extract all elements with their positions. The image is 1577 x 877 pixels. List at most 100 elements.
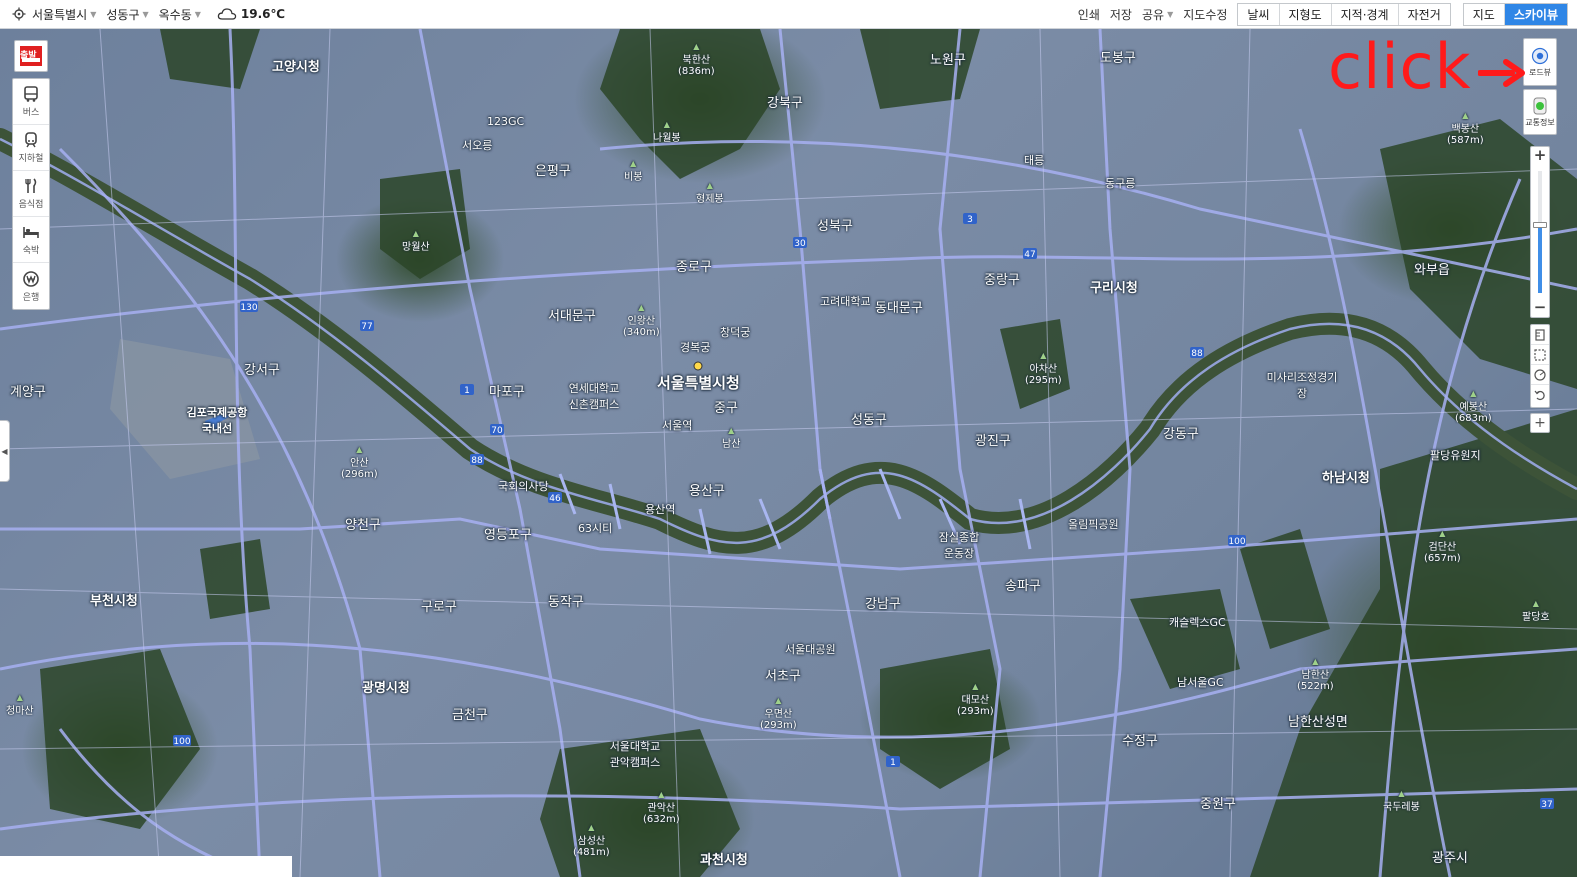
map-label: 성동구: [851, 413, 887, 428]
measure-area-button[interactable]: [1531, 345, 1549, 365]
fork-knife-icon: [25, 178, 37, 193]
poi-lodging-label: 숙박: [22, 246, 40, 256]
layer-terrain-button[interactable]: 지형도: [1279, 4, 1332, 25]
peak-label: ▲ 우면산 (293m): [760, 696, 797, 731]
map-base-layer: 130 1 70 88 3 88 100 100 1 30 47 46 77 3…: [0, 29, 1577, 877]
map-label: 계양구: [10, 385, 46, 400]
city-select[interactable]: 서울특별시 ▼: [32, 6, 96, 23]
share-link[interactable]: 공유 ▼: [1142, 6, 1173, 23]
poi-subway-label: 지하철: [18, 154, 44, 164]
crosshair-icon[interactable]: [12, 7, 26, 21]
bed-icon: [23, 227, 39, 238]
map-label: 종로구: [676, 260, 712, 275]
neighborhood-select[interactable]: 옥수동 ▼: [159, 6, 201, 23]
traffic-info-button[interactable]: 교통정보: [1523, 89, 1557, 135]
layer-bicycle-button[interactable]: 자전거: [1398, 4, 1450, 25]
print-link[interactable]: 인쇄: [1078, 6, 1100, 23]
poi-restaurant-button[interactable]: 음식점: [13, 171, 49, 217]
chevron-left-icon: ◀: [1, 446, 8, 456]
map-label: 강남구: [865, 597, 901, 612]
peak-label: ▲ 팔당호: [1522, 599, 1550, 623]
radius-icon: [1534, 368, 1546, 381]
peak-label: ▲ 예봉산 (683m): [1455, 389, 1492, 424]
weather-widget[interactable]: 19.6℃: [217, 7, 285, 21]
reset-button[interactable]: [1531, 385, 1549, 405]
map-label: 중원구: [1200, 797, 1236, 812]
mountain-icon: ▲: [1532, 599, 1539, 608]
edit-map-link[interactable]: 지도수정: [1183, 6, 1227, 23]
svg-text:30: 30: [794, 239, 806, 249]
mountain-icon: ▲: [1040, 351, 1047, 360]
mountain-icon: ▲: [693, 42, 700, 51]
collapse-panel-tab[interactable]: ◀: [0, 420, 10, 482]
peak-label: ▲ 관악산 (632m): [643, 790, 680, 825]
svg-text:3: 3: [967, 215, 973, 225]
poi-subway-button[interactable]: 지하철: [13, 125, 49, 171]
map-label: 서울대학교 관악캠퍼스: [609, 740, 661, 769]
layer-weather-button[interactable]: 날씨: [1238, 4, 1280, 25]
map-label: 캐슬렉스GC: [1169, 616, 1226, 629]
poi-lodging-button[interactable]: 숙박: [13, 217, 49, 263]
peak-label: ▲ 청마산: [6, 693, 34, 717]
undo-icon: [1534, 390, 1545, 401]
road-view-button[interactable]: 로드뷰: [1523, 38, 1557, 86]
save-link[interactable]: 저장: [1110, 6, 1132, 23]
poi-bus-label: 버스: [22, 108, 40, 118]
map-label: 성북구: [817, 219, 853, 234]
zoom-slider[interactable]: [1533, 171, 1547, 293]
poi-bus-button[interactable]: 버스: [13, 79, 49, 125]
map-label: 경복궁: [680, 341, 711, 354]
peak-label: ▲ 남산: [722, 426, 741, 450]
map-label: 중랑구: [984, 273, 1020, 288]
mountain-icon: ▲: [663, 120, 670, 129]
map-label: 중구: [714, 401, 738, 416]
mountain-icon: ▲: [728, 426, 735, 435]
map-label: 동대문구: [875, 301, 923, 316]
map-label: 서대문구: [548, 309, 596, 324]
arrow-right-icon: [1478, 59, 1525, 87]
map-label: 영등포구: [484, 528, 532, 543]
map-label: 용산역: [645, 503, 676, 516]
city-label: 서울특별시: [32, 7, 88, 22]
skyview-button[interactable]: 스카이뷰: [1504, 4, 1567, 25]
svg-text:88: 88: [471, 456, 483, 466]
map-canvas[interactable]: 130 1 70 88 3 88 100 100 1 30 47 46 77 3…: [0, 29, 1577, 877]
map-label: 연세대학교 신촌캠퍼스: [568, 382, 620, 411]
map-label: 강북구: [767, 96, 803, 111]
depart-label: 출발: [20, 51, 37, 61]
map-label: 강동구: [1163, 427, 1199, 442]
map-view-button[interactable]: 지도: [1463, 4, 1505, 25]
layer-cadastral-button[interactable]: 지적·경계: [1331, 4, 1399, 25]
map-label: 도봉구: [1100, 51, 1136, 66]
mountain-icon: ▲: [775, 696, 782, 705]
zoom-slider-handle[interactable]: [1533, 221, 1547, 228]
map-label: 광명시청: [362, 681, 410, 696]
svg-text:47: 47: [1024, 250, 1035, 260]
mountain-icon: ▲: [658, 790, 665, 799]
traffic-info-label: 교통정보: [1525, 117, 1555, 127]
share-label: 공유: [1141, 8, 1165, 22]
minus-icon: −: [1533, 298, 1547, 316]
map-label: 서울대공원: [785, 643, 836, 656]
zoom-out-button[interactable]: −: [1531, 299, 1549, 317]
road-view-label: 로드뷰: [1528, 67, 1552, 77]
plus-icon: +: [1534, 415, 1546, 431]
zoom-in-button[interactable]: +: [1531, 147, 1549, 165]
district-label: 성동구: [106, 7, 140, 22]
measure-radius-button[interactable]: [1531, 365, 1549, 385]
map-label: 양천구: [345, 518, 381, 533]
map-label: 부천시청: [90, 594, 138, 609]
map-label: 구로구: [421, 600, 457, 615]
add-marker-button[interactable]: +: [1530, 413, 1550, 433]
map-label: 용산구: [689, 484, 725, 499]
district-select[interactable]: 성동구 ▼: [106, 6, 148, 23]
mountain-icon: ▲: [972, 682, 979, 691]
mountain-icon: ▲: [1312, 657, 1319, 666]
depart-button[interactable]: 출발: [14, 40, 48, 72]
map-label: 와부읍: [1414, 263, 1450, 278]
poi-bank-button[interactable]: 은행: [13, 263, 49, 309]
top-bar: 서울특별시 ▼ 성동구 ▼ 옥수동 ▼ 19.6℃ 인쇄 저장 공유 ▼ 지도수…: [0, 0, 1577, 29]
zoom-level-fill: [1538, 224, 1542, 293]
map-label: 수정구: [1122, 734, 1158, 749]
measure-distance-button[interactable]: [1531, 325, 1549, 345]
